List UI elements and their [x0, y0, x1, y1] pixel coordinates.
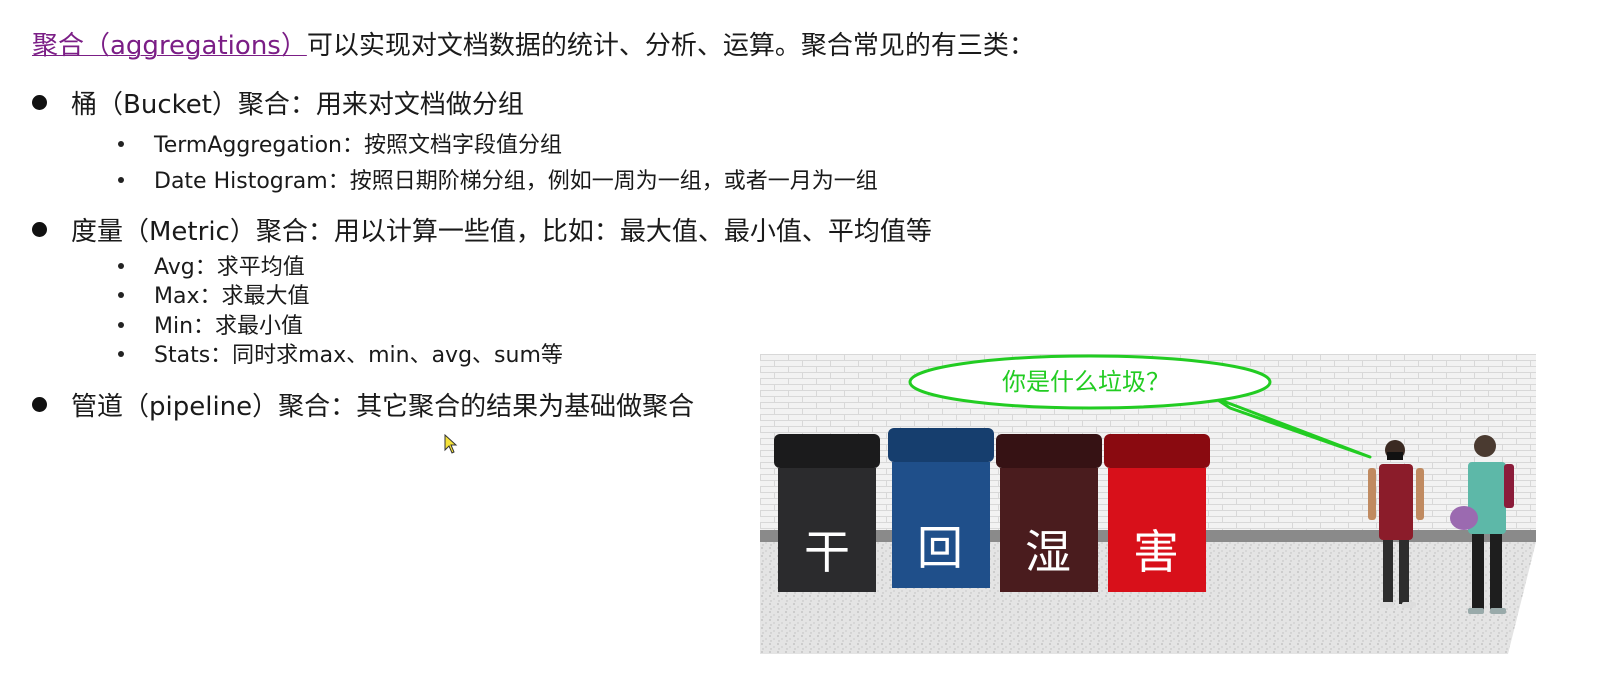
mouse-cursor-icon [444, 434, 458, 454]
bullet-metric-label: 度量（Metric）聚合：用以计算一些值，比如：最大值、最小值、平均值等 [71, 217, 932, 247]
sub-bullet-text: Max：求最大值 [154, 284, 310, 309]
aggregations-link[interactable]: 聚合（aggregations） [32, 31, 307, 61]
bullet-icon [32, 222, 47, 237]
intro-text: 可以实现对文档数据的统计、分析、运算。聚合常见的有三类： [306, 31, 1035, 61]
sub-bullet-text: Avg：求平均值 [154, 255, 305, 280]
bin-label: 回 [917, 521, 963, 575]
sub-bullet-max: Max：求最大值 [118, 283, 309, 311]
sub-bullet-stats: Stats：同时求max、min、avg、sum等 [118, 342, 563, 370]
sub-bullet-icon [118, 351, 124, 357]
sub-bullet-icon [118, 322, 124, 328]
bin-label: 害 [1133, 525, 1179, 579]
sub-bullet-text: Stats：同时求max、min、avg、sum等 [154, 343, 563, 368]
sub-bullet-icon [118, 177, 124, 183]
sub-bullet-text: Min：求最小值 [154, 314, 304, 339]
sub-bullet-date-histogram: Date Histogram：按照日期阶梯分组，例如一周为一组，或者一月为一组 [118, 168, 878, 196]
bin-label: 湿 [1025, 525, 1071, 579]
bullet-bucket: 桶（Bucket）聚合：用来对文档做分组 [32, 88, 524, 122]
sub-bullet-min: Min：求最小值 [118, 313, 303, 341]
speech-text: 你是什么垃圾？ [1002, 368, 1170, 396]
bin-dry: 干 [774, 434, 880, 592]
sub-bullet-icon [118, 141, 124, 147]
bullet-bucket-label: 桶（Bucket）聚合：用来对文档做分组 [71, 90, 524, 120]
sub-bullet-text: TermAggregation：按照文档字段值分组 [154, 133, 562, 158]
bullet-icon [32, 95, 47, 110]
bin-wet: 湿 [996, 434, 1102, 592]
bullet-pipeline: 管道（pipeline）聚合：其它聚合的结果为基础做聚合 [32, 390, 694, 424]
sub-bullet-icon [118, 292, 124, 298]
sub-bullet-term-aggregation: TermAggregation：按照文档字段值分组 [118, 132, 562, 160]
bin-label: 干 [804, 525, 850, 579]
sub-bullet-avg: Avg：求平均值 [118, 254, 305, 282]
bin-hazardous: 害 [1104, 434, 1210, 592]
bullet-pipeline-label: 管道（pipeline）聚合：其它聚合的结果为基础做聚合 [71, 392, 695, 422]
intro-sentence: 聚合（aggregations）可以实现对文档数据的统计、分析、运算。聚合常见的… [32, 28, 1035, 64]
garbage-sorting-illustration: 你是什么垃圾？ 干 回 湿 害 [760, 354, 1536, 654]
sub-bullet-text: Date Histogram：按照日期阶梯分组，例如一周为一组，或者一月为一组 [154, 169, 878, 194]
bullet-metric: 度量（Metric）聚合：用以计算一些值，比如：最大值、最小值、平均值等 [32, 215, 932, 249]
bullet-icon [32, 397, 47, 412]
bin-recyclable: 回 [888, 428, 994, 588]
sub-bullet-icon [118, 263, 124, 269]
